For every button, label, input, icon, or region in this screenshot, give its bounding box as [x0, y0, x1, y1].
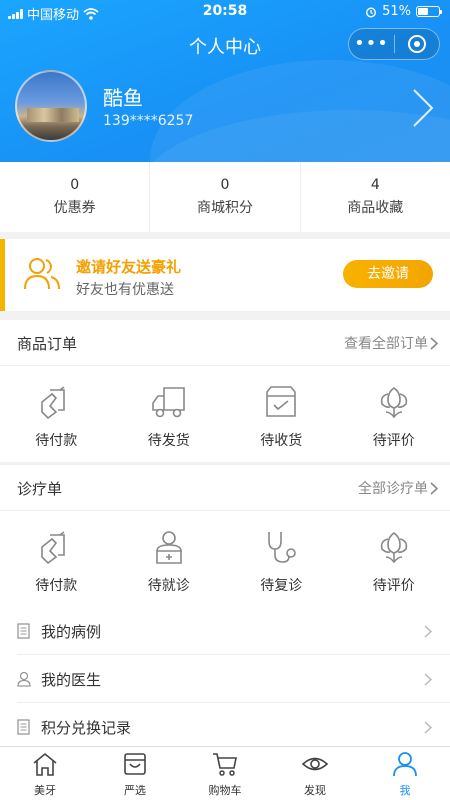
phone-number: 139****6257 [103, 113, 194, 129]
chevron-right-icon [430, 482, 438, 495]
eye-icon [301, 757, 329, 771]
menu-item-label: 我的病例 [41, 623, 102, 641]
item-label: 待复诊 [260, 578, 303, 594]
stat-value: 0 [220, 177, 230, 193]
treatment-pending-visit[interactable]: 待就诊 [113, 511, 226, 607]
profile-header: 中国移动 20:58 51% 个人中心 ••• 酷鱼 139****6257 [0, 0, 450, 162]
menu-item-medical-records[interactable]: 我的病例 [17, 607, 450, 655]
order-pending-payment[interactable]: 待付款 [0, 366, 113, 462]
chevron-right-icon [430, 337, 438, 350]
tab-label: 我 [399, 784, 411, 797]
friends-icon [24, 258, 60, 290]
item-label: 待就诊 [147, 578, 190, 594]
stat-coupons[interactable]: 0 优惠券 [0, 162, 151, 232]
tab-me[interactable]: 我 [360, 747, 450, 800]
invite-title: 邀请好友送豪礼 [76, 258, 182, 276]
invite-button[interactable]: 去邀请 [343, 260, 433, 288]
menu-item-label: 我的医生 [41, 671, 102, 689]
item-label: 待评价 [372, 578, 415, 594]
username: 酷鱼 [103, 86, 143, 110]
close-miniprogram-button[interactable] [395, 35, 439, 53]
bottom-tab-bar: 美牙 严选 购物车 发现 我 [0, 746, 450, 800]
tab-label: 美牙 [34, 784, 56, 797]
flower-icon [380, 387, 407, 419]
tab-label: 严选 [124, 784, 146, 797]
view-all-orders-link[interactable]: 查看全部订单 [344, 333, 428, 353]
document-icon [17, 719, 30, 735]
chevron-right-icon [424, 721, 432, 734]
order-pending-receipt[interactable]: 待收货 [225, 366, 338, 462]
status-bar: 中国移动 20:58 51% [0, 0, 450, 24]
box-icon [266, 386, 297, 417]
stat-label: 优惠券 [53, 200, 96, 216]
stat-value: 0 [70, 177, 80, 193]
chevron-right-icon [424, 625, 432, 638]
product-orders-card: 商品订单 查看全部订单 待付款 待发货 待收货 待评价 [0, 320, 450, 462]
document-icon [17, 623, 30, 639]
stat-favorites[interactable]: 4 商品收藏 [301, 162, 450, 232]
doctor-icon [155, 531, 182, 564]
stethoscope-icon [268, 532, 297, 563]
more-menu-button[interactable]: ••• [349, 29, 394, 59]
wallet-icon [41, 386, 66, 420]
order-pending-review[interactable]: 待评价 [338, 366, 450, 462]
tab-discover[interactable]: 发现 [270, 747, 360, 800]
user-icon [393, 752, 417, 777]
wallet-icon [41, 531, 66, 565]
tab-cart[interactable]: 购物车 [180, 747, 270, 800]
miniprogram-capsule: ••• [348, 28, 440, 60]
invite-subtitle: 好友也有优惠送 [76, 282, 174, 298]
stat-label: 商城积分 [196, 200, 253, 216]
target-icon [407, 35, 426, 53]
shop-icon [124, 753, 146, 775]
section-title: 商品订单 [17, 335, 78, 353]
stat-label: 商品收藏 [347, 200, 404, 216]
tab-meiya[interactable]: 美牙 [0, 747, 90, 800]
tab-label: 发现 [304, 784, 326, 797]
alarm-icon [366, 6, 377, 18]
item-label: 待发货 [147, 433, 190, 449]
treatment-pending-revisit[interactable]: 待复诊 [225, 511, 338, 607]
view-all-treatments-link[interactable]: 全部诊疗单 [358, 478, 428, 498]
chevron-right-icon [424, 673, 432, 686]
menu-list: 我的病例 我的医生 积分兑换记录 [0, 607, 450, 751]
cart-icon [213, 753, 237, 776]
truck-icon [151, 387, 185, 418]
tab-yanxuan[interactable]: 严选 [90, 747, 180, 800]
person-icon [17, 671, 31, 687]
order-pending-shipment[interactable]: 待发货 [113, 366, 226, 462]
item-label: 待付款 [35, 578, 78, 594]
menu-item-my-doctor[interactable]: 我的医生 [17, 655, 450, 703]
item-label: 待评价 [372, 433, 415, 449]
stat-value: 4 [370, 177, 380, 193]
profile-chevron-right-icon[interactable] [410, 88, 436, 128]
treatment-pending-review[interactable]: 待评价 [338, 511, 450, 607]
battery-icon [416, 6, 442, 17]
treatment-pending-payment[interactable]: 待付款 [0, 511, 113, 607]
menu-item-label: 积分兑换记录 [41, 719, 132, 737]
item-label: 待付款 [35, 433, 78, 449]
menu-item-points-history[interactable]: 积分兑换记录 [17, 703, 450, 751]
flower-icon [380, 532, 407, 564]
item-label: 待收货 [260, 433, 303, 449]
stat-points[interactable]: 0 商城积分 [150, 162, 301, 232]
battery-percent: 51% [382, 4, 411, 19]
section-title: 诊疗单 [17, 480, 63, 498]
tab-label: 购物车 [208, 784, 242, 797]
treatment-orders-card: 诊疗单 全部诊疗单 待付款 待就诊 待复诊 待评价 [0, 465, 450, 607]
avatar[interactable] [15, 70, 87, 142]
invite-banner: 邀请好友送豪礼 好友也有优惠送 去邀请 [0, 239, 450, 311]
home-icon [33, 752, 57, 776]
account-stats: 0 优惠券 0 商城积分 4 商品收藏 [0, 162, 450, 232]
